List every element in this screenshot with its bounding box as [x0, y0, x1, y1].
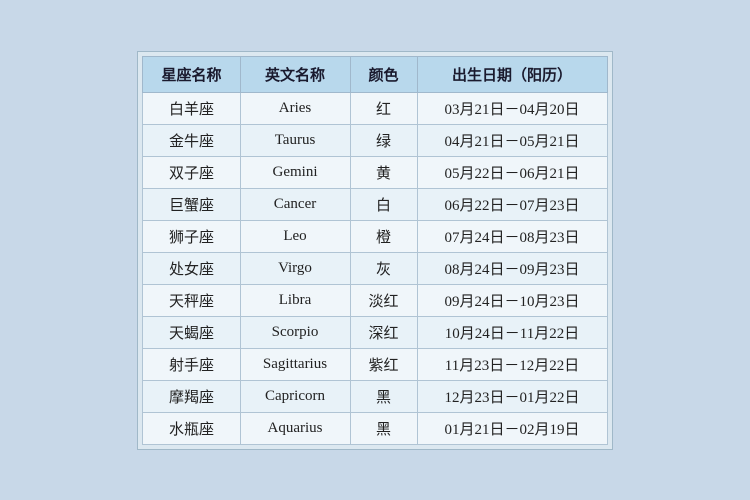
cell-english: Cancer [240, 188, 350, 220]
cell-english: Sagittarius [240, 348, 350, 380]
cell-color: 白 [350, 188, 417, 220]
cell-date: 05月22日－06月21日 [417, 156, 607, 188]
cell-color: 深红 [350, 316, 417, 348]
table-row: 射手座Sagittarius紫红11月23日－12月22日 [143, 348, 607, 380]
cell-chinese: 白羊座 [143, 92, 240, 124]
cell-color: 橙 [350, 220, 417, 252]
table-header-row: 星座名称 英文名称 颜色 出生日期（阳历） [143, 56, 607, 92]
cell-date: 01月21日－02月19日 [417, 412, 607, 444]
header-chinese: 星座名称 [143, 56, 240, 92]
table-row: 处女座Virgo灰08月24日－09月23日 [143, 252, 607, 284]
cell-date: 04月21日－05月21日 [417, 124, 607, 156]
cell-chinese: 射手座 [143, 348, 240, 380]
cell-color: 淡红 [350, 284, 417, 316]
cell-date: 08月24日－09月23日 [417, 252, 607, 284]
cell-chinese: 巨蟹座 [143, 188, 240, 220]
cell-color: 黄 [350, 156, 417, 188]
cell-color: 灰 [350, 252, 417, 284]
zodiac-table: 星座名称 英文名称 颜色 出生日期（阳历） 白羊座Aries红03月21日－04… [142, 56, 607, 445]
table-row: 金牛座Taurus绿04月21日－05月21日 [143, 124, 607, 156]
cell-english: Leo [240, 220, 350, 252]
cell-chinese: 摩羯座 [143, 380, 240, 412]
cell-english: Capricorn [240, 380, 350, 412]
cell-chinese: 双子座 [143, 156, 240, 188]
cell-english: Scorpio [240, 316, 350, 348]
table-row: 天蝎座Scorpio深红10月24日－11月22日 [143, 316, 607, 348]
cell-english: Libra [240, 284, 350, 316]
cell-date: 03月21日－04月20日 [417, 92, 607, 124]
cell-english: Taurus [240, 124, 350, 156]
header-date: 出生日期（阳历） [417, 56, 607, 92]
cell-color: 绿 [350, 124, 417, 156]
cell-date: 06月22日－07月23日 [417, 188, 607, 220]
header-color: 颜色 [350, 56, 417, 92]
cell-date: 09月24日－10月23日 [417, 284, 607, 316]
cell-english: Aries [240, 92, 350, 124]
cell-date: 10月24日－11月22日 [417, 316, 607, 348]
table-row: 天秤座Libra淡红09月24日－10月23日 [143, 284, 607, 316]
table-row: 双子座Gemini黄05月22日－06月21日 [143, 156, 607, 188]
cell-english: Aquarius [240, 412, 350, 444]
table-row: 巨蟹座Cancer白06月22日－07月23日 [143, 188, 607, 220]
table-row: 摩羯座Capricorn黑12月23日－01月22日 [143, 380, 607, 412]
cell-english: Virgo [240, 252, 350, 284]
table-row: 白羊座Aries红03月21日－04月20日 [143, 92, 607, 124]
cell-english: Gemini [240, 156, 350, 188]
cell-date: 07月24日－08月23日 [417, 220, 607, 252]
cell-date: 11月23日－12月22日 [417, 348, 607, 380]
zodiac-table-container: 星座名称 英文名称 颜色 出生日期（阳历） 白羊座Aries红03月21日－04… [137, 51, 612, 450]
cell-chinese: 天蝎座 [143, 316, 240, 348]
cell-color: 红 [350, 92, 417, 124]
cell-color: 黑 [350, 380, 417, 412]
cell-chinese: 处女座 [143, 252, 240, 284]
cell-color: 紫红 [350, 348, 417, 380]
cell-color: 黑 [350, 412, 417, 444]
cell-chinese: 天秤座 [143, 284, 240, 316]
cell-chinese: 狮子座 [143, 220, 240, 252]
table-row: 水瓶座Aquarius黑01月21日－02月19日 [143, 412, 607, 444]
cell-chinese: 水瓶座 [143, 412, 240, 444]
cell-chinese: 金牛座 [143, 124, 240, 156]
table-row: 狮子座Leo橙07月24日－08月23日 [143, 220, 607, 252]
header-english: 英文名称 [240, 56, 350, 92]
cell-date: 12月23日－01月22日 [417, 380, 607, 412]
table-body: 白羊座Aries红03月21日－04月20日金牛座Taurus绿04月21日－0… [143, 92, 607, 444]
